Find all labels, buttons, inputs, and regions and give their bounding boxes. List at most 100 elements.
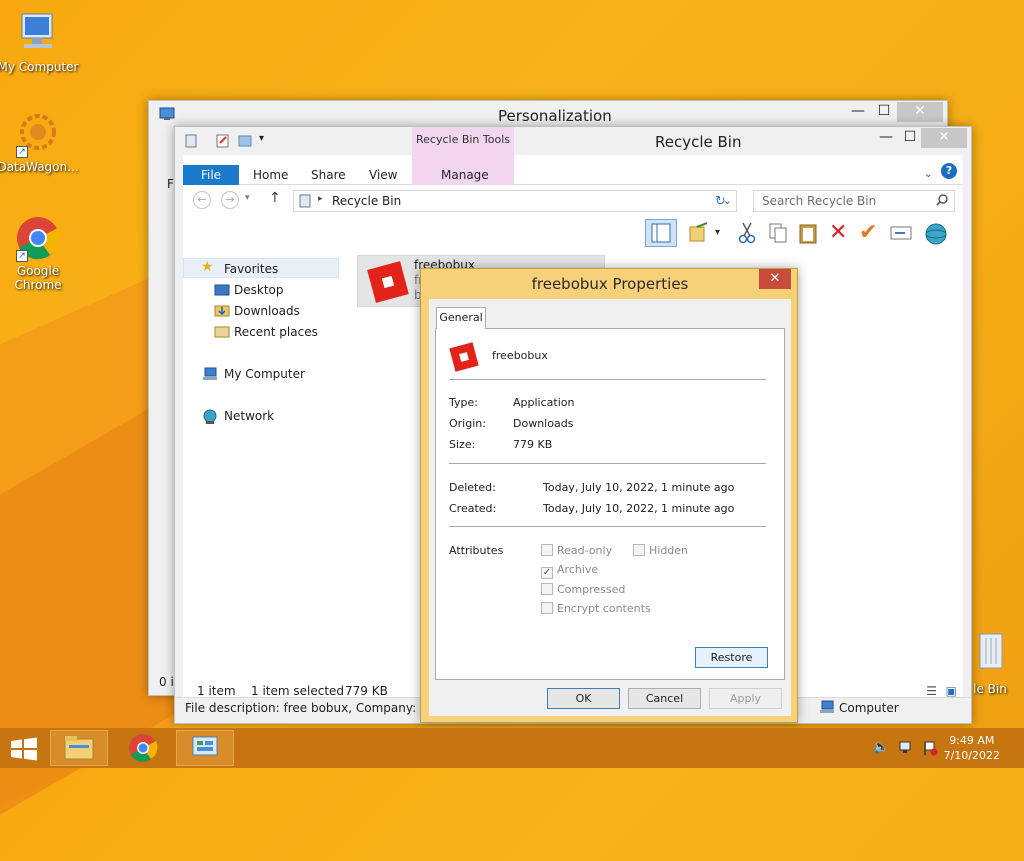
copy-icon[interactable] — [767, 221, 789, 248]
details-view-icon[interactable]: ☰ — [926, 684, 937, 698]
deleted-label: Deleted: — [449, 481, 496, 494]
hidden-label: Hidden — [649, 544, 689, 557]
chrome-icon: ↗ — [14, 214, 62, 262]
network-tray-icon[interactable] — [898, 740, 914, 759]
tab-share[interactable]: Share — [301, 165, 356, 185]
options-globe-icon[interactable] — [923, 221, 949, 248]
desktop-icon-label: Google Chrome — [14, 264, 62, 292]
created-value: Today, July 10, 2022, 1 minute ago — [543, 502, 735, 515]
back-icon[interactable]: ← — [193, 191, 211, 209]
origin-label: Origin: — [449, 417, 486, 430]
preview-pane-icon[interactable] — [645, 219, 677, 247]
shortcut-arrow-icon: ↗ — [16, 146, 28, 158]
tab-file[interactable]: File — [183, 165, 239, 185]
delete-icon[interactable]: ✕ — [829, 220, 847, 245]
search-input[interactable]: Search Recycle Bin — [753, 190, 955, 212]
ribbon-expand-icon[interactable]: ⌄ — [924, 167, 933, 180]
datawagon-logo-icon: ↗ — [14, 110, 62, 158]
personalization-app-icon — [159, 107, 175, 124]
nav-item-favorites[interactable]: Favorites — [224, 262, 278, 276]
quick-access-dropdown-icon[interactable]: ▾ — [259, 133, 264, 144]
hidden-checkbox[interactable]: Hidden — [633, 544, 688, 557]
nav-item-recent-places[interactable]: Recent places — [234, 325, 318, 339]
tab-view[interactable]: View — [359, 165, 407, 185]
apply-button[interactable]: Apply — [709, 688, 782, 709]
restore-button[interactable]: Restore — [695, 647, 768, 668]
cancel-button[interactable]: Cancel — [628, 688, 701, 709]
new-folder-quick-icon[interactable] — [237, 133, 253, 152]
type-value: Application — [513, 396, 575, 409]
desktop-icon-chrome[interactable]: ↗ Google Chrome — [0, 214, 80, 292]
recent-locations-icon[interactable]: ▾ — [245, 193, 250, 203]
origin-value: Downloads — [513, 417, 574, 430]
compressed-checkbox[interactable]: Compressed — [541, 583, 625, 596]
favorites-star-icon: ★ — [201, 259, 214, 275]
search-icon — [936, 194, 948, 209]
dialog-close-button[interactable]: ✕ — [759, 269, 791, 289]
ok-button[interactable]: OK — [547, 688, 620, 709]
general-panel: freebobux Type: Application Origin: Down… — [435, 328, 785, 680]
minimize-button[interactable]: — — [873, 128, 899, 148]
selected-count: 1 item selected — [251, 684, 345, 698]
ribbon-tabs: Recycle Bin Tools File Home Share View M… — [183, 127, 963, 185]
type-label: Type: — [449, 396, 478, 409]
file-description-text: File description: free bobux, Company: b… — [185, 701, 454, 715]
views-dropdown-icon[interactable]: ▾ — [715, 227, 720, 238]
command-toolbar: ▾ ✕ ✔ — [183, 219, 963, 248]
nav-item-desktop[interactable]: Desktop — [234, 283, 284, 297]
tab-manage[interactable]: Manage — [431, 165, 499, 185]
dialog-body: freebobux Type: Application Origin: Down… — [429, 299, 791, 716]
up-icon[interactable]: ↑ — [269, 190, 281, 206]
forward-icon[interactable]: → — [221, 191, 239, 209]
taskbar-control-panel[interactable] — [176, 730, 234, 766]
checkbox-box — [541, 583, 553, 595]
close-button[interactable]: ✕ — [921, 128, 967, 148]
action-center-flag-icon[interactable] — [922, 740, 938, 759]
properties-dialog[interactable]: freebobux Properties ✕ freebobux Type: A… — [420, 268, 798, 723]
close-button[interactable]: ✕ — [897, 102, 943, 122]
desktop-icon-datawagon[interactable]: ↗ DataWagon... — [0, 110, 80, 174]
computer-icon — [14, 10, 62, 58]
nav-item-downloads[interactable]: Downloads — [234, 304, 300, 318]
minimize-button[interactable]: — — [845, 102, 871, 122]
address-path: Recycle Bin — [332, 194, 402, 208]
encrypt-checkbox[interactable]: Encrypt contents — [541, 602, 651, 615]
taskbar-file-explorer[interactable] — [50, 730, 108, 766]
readonly-checkbox[interactable]: Read-only — [541, 544, 612, 557]
start-windows-icon[interactable] — [10, 737, 38, 764]
selected-size: 779 KB — [345, 684, 388, 698]
desktop-icon-label: My Computer — [0, 60, 79, 74]
size-label: Size: — [449, 438, 476, 451]
tab-general[interactable]: General — [436, 307, 486, 329]
speaker-muted-icon[interactable]: 🔈 — [873, 740, 889, 755]
explorer-titlebar[interactable]: ▾ Recycle Bin — ☐ ✕ — [175, 127, 971, 155]
system-clock[interactable]: 9:49 AM 7/10/2022 — [944, 733, 1000, 763]
paste-icon[interactable] — [797, 221, 819, 248]
desktop-icon-my-computer[interactable]: My Computer — [0, 10, 80, 74]
rename-icon[interactable] — [889, 223, 913, 246]
computer-zone-label: Computer — [839, 701, 899, 715]
search-placeholder: Search Recycle Bin — [762, 194, 877, 208]
address-bar[interactable]: ▸ Recycle Bin ⌄ — [293, 190, 737, 212]
nav-item-my-computer[interactable]: My Computer — [224, 367, 305, 381]
nav-item-network[interactable]: Network — [224, 409, 274, 423]
archive-checkbox[interactable]: ✓ Archive — [541, 563, 598, 579]
recycle-bin-small-icon — [183, 133, 199, 152]
desktop-folder-icon — [214, 283, 230, 300]
refresh-icon[interactable]: ↻ — [715, 194, 726, 209]
properties-quick-icon[interactable] — [215, 133, 231, 152]
tab-home[interactable]: Home — [243, 165, 298, 185]
cut-icon[interactable] — [737, 221, 757, 248]
deleted-value: Today, July 10, 2022, 1 minute ago — [543, 481, 735, 494]
views-icon[interactable] — [687, 221, 711, 248]
taskbar-chrome[interactable] — [114, 730, 172, 766]
computer-icon — [819, 700, 835, 717]
maximize-button[interactable]: ☐ — [897, 128, 923, 148]
maximize-button[interactable]: ☐ — [871, 102, 897, 122]
network-icon — [202, 409, 218, 428]
help-icon[interactable]: ? — [941, 163, 957, 179]
personalization-titlebar[interactable]: Personalization — ☐ ✕ — [149, 101, 947, 129]
check-icon[interactable]: ✔ — [859, 220, 877, 245]
roblox-app-icon — [448, 341, 480, 376]
tiles-view-icon[interactable]: ▣ — [946, 684, 957, 698]
